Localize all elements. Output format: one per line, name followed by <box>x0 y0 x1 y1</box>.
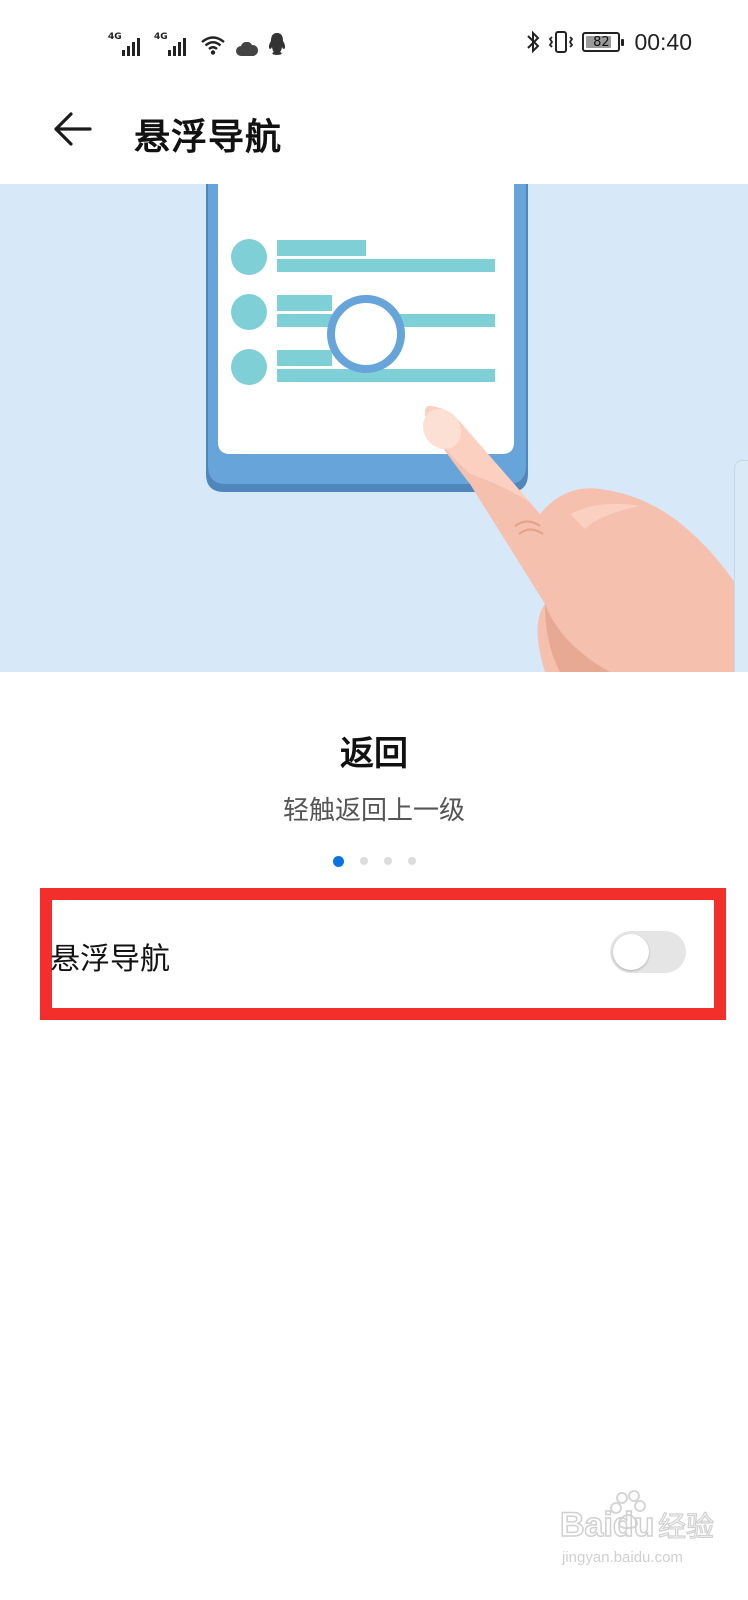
qq-icon <box>268 33 286 55</box>
vibrate-icon <box>549 31 574 53</box>
baidu-jingyan-watermark: Baidu 经验 jingyan.baidu.com <box>560 1490 715 1566</box>
floating-nav-dot-graphic <box>327 295 405 373</box>
tutorial-illustration <box>0 184 748 672</box>
battery-icon: 82 <box>582 32 625 52</box>
toggle-knob <box>613 934 649 970</box>
page-dot[interactable] <box>383 857 392 865</box>
list-line <box>277 369 495 382</box>
clock: 00:40 <box>634 28 692 55</box>
list-avatar <box>231 294 267 330</box>
side-edge-handle <box>734 460 748 672</box>
floating-navigation-toggle[interactable] <box>610 931 686 973</box>
list-line <box>277 350 332 366</box>
list-avatar <box>231 239 267 275</box>
list-avatar <box>231 349 267 385</box>
tutorial-description: 轻触返回上一级 <box>282 796 465 826</box>
floating-navigation-setting-row[interactable]: 悬浮导航 <box>40 888 726 1020</box>
signal-4g-icon: 4G <box>154 32 190 56</box>
signal-4g-icon: 4G <box>108 32 144 56</box>
battery-percent: 82 <box>593 34 610 50</box>
app-header: 悬浮导航 <box>0 84 748 184</box>
wifi-icon <box>201 36 225 55</box>
watermark-subtext: jingyan.baidu.com <box>561 1549 683 1566</box>
svg-text:经验: 经验 <box>658 1510 714 1543</box>
bluetooth-icon <box>527 30 540 54</box>
list-line <box>277 295 332 311</box>
tutorial-title: 返回 <box>340 734 408 774</box>
list-line <box>277 240 366 256</box>
page-dot[interactable] <box>359 857 368 865</box>
status-bar: 4G 4G 82 00:40 <box>0 0 748 84</box>
page-indicator <box>0 855 748 867</box>
setting-label: 悬浮导航 <box>50 942 170 977</box>
list-line <box>277 259 495 272</box>
page-dot[interactable] <box>332 855 344 867</box>
signal-1-label: 4G <box>108 32 122 42</box>
cloud-icon <box>236 42 258 56</box>
watermark-text: Baidu <box>560 1506 654 1544</box>
page-title: 悬浮导航 <box>134 117 283 158</box>
tutorial-graphic <box>206 184 748 672</box>
signal-2-label: 4G <box>154 32 168 42</box>
arrow-left-icon[interactable] <box>48 104 98 154</box>
status-left-icons: 4G 4G <box>108 28 286 56</box>
page-dot[interactable] <box>407 857 416 865</box>
status-right-icons: 82 00:40 <box>526 26 692 58</box>
